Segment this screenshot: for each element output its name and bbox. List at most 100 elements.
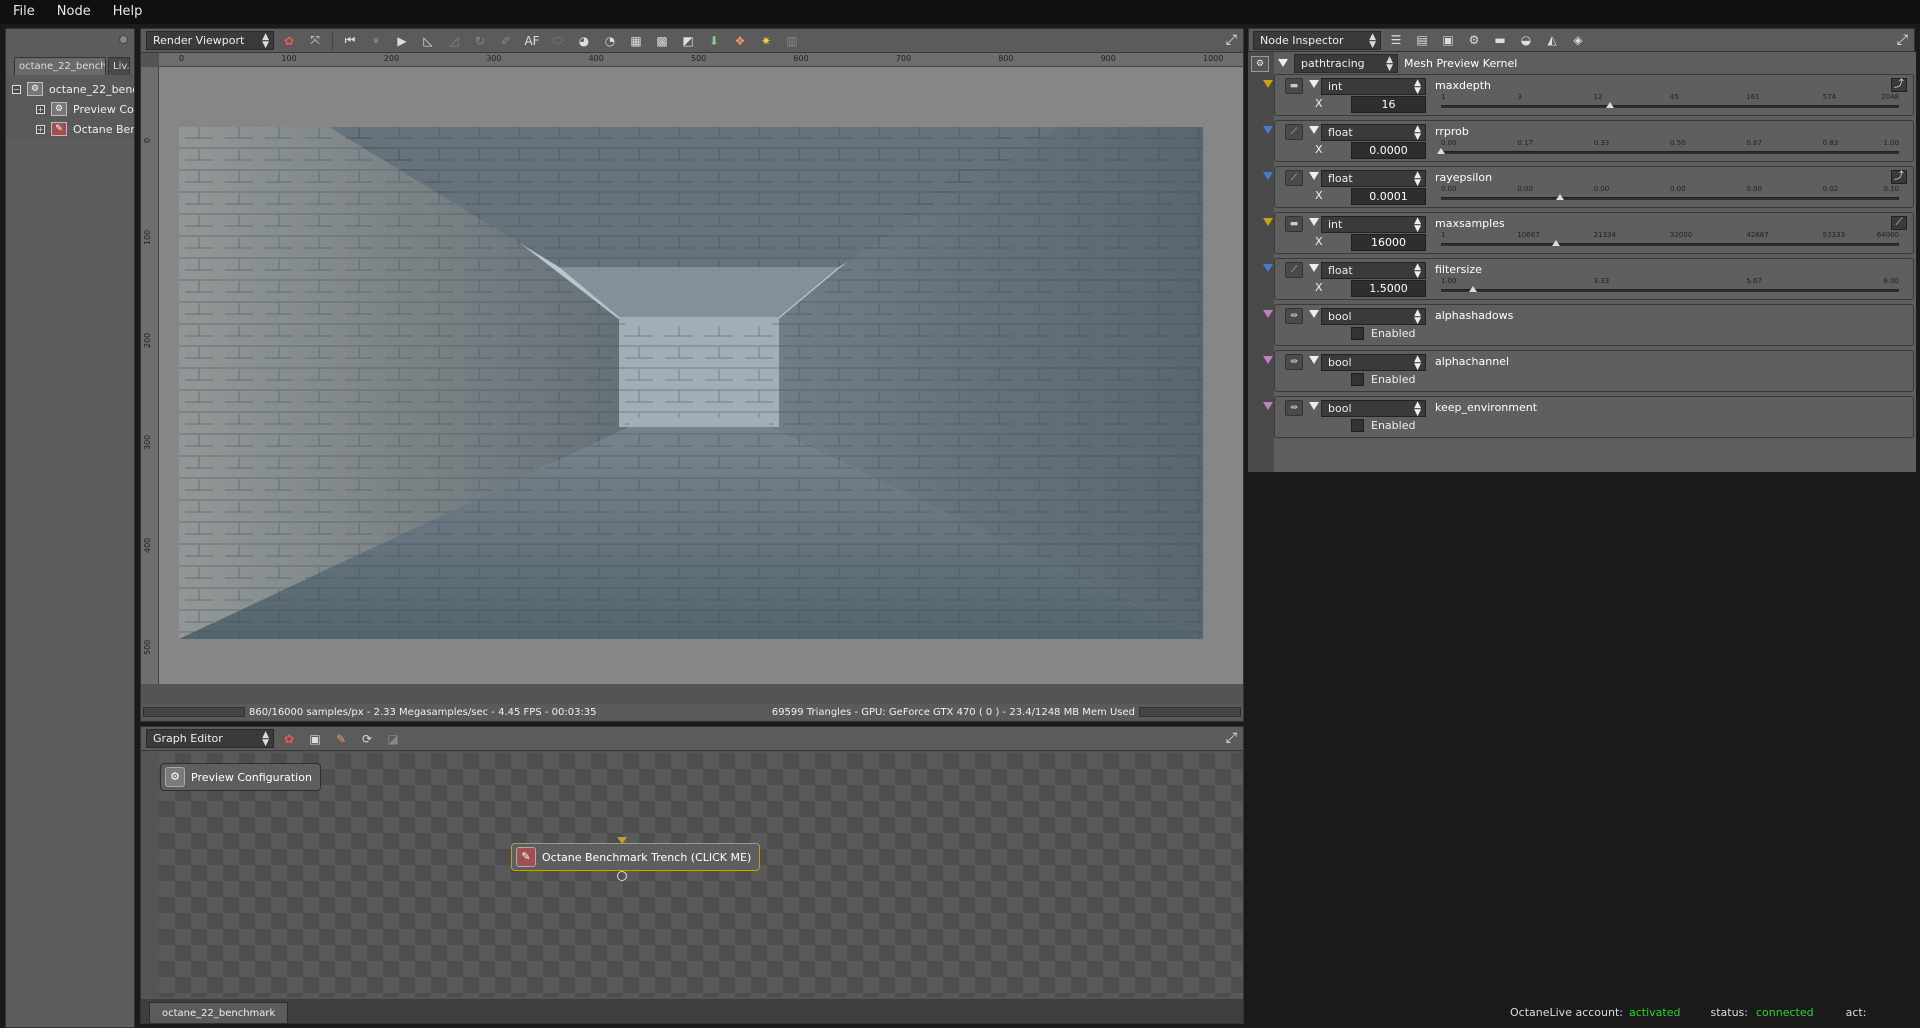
param-type-icon[interactable]: ⟋ (1285, 262, 1303, 278)
collapse-triangle-icon[interactable] (1309, 356, 1319, 364)
node-benchmark-trench[interactable]: ✎ Octane Benchmark Trench (CLICK ME) (511, 843, 761, 871)
param-value-field[interactable]: 16000 (1351, 234, 1426, 251)
tab-graph-root[interactable]: octane_22_benchmark (149, 1002, 289, 1023)
graph-reset-icon[interactable]: ✿ (278, 729, 300, 749)
param-slider[interactable]: 0.00 0.00 0.00 0.00 0.00 0.02 0.10 (1441, 185, 1899, 207)
tree-item-project[interactable]: − ⚙ octane_22_benchmark (6, 79, 134, 99)
slider-handle[interactable] (1556, 194, 1565, 200)
param-type-select[interactable]: bool ▲ ▼ (1321, 354, 1426, 372)
material-picker-icon[interactable]: ⬭ (547, 31, 569, 51)
maximize-icon[interactable]: ⤢ (1226, 730, 1237, 746)
curve-mode-icon[interactable]: ⤴ (1891, 78, 1907, 92)
param-slider[interactable]: 1 3 12 45 161 574 2048 (1441, 93, 1899, 115)
inspector-tool-3-icon[interactable]: ▣ (1437, 30, 1459, 50)
save-render-icon[interactable]: ⬇ (703, 31, 725, 51)
inspector-tool-2-icon[interactable]: ▤ (1411, 30, 1433, 50)
alpha-icon[interactable]: ◩ (677, 31, 699, 51)
restart-render-icon[interactable]: ⏮ (339, 31, 361, 51)
node-input-pin[interactable] (617, 837, 627, 844)
param-type-icon[interactable]: ⟋ (1285, 170, 1303, 186)
render-image[interactable] (179, 127, 1203, 639)
world-icon[interactable]: ◕ (573, 31, 595, 51)
inspector-tool-1-icon[interactable]: ☰ (1385, 30, 1407, 50)
pin-icon[interactable] (119, 35, 128, 44)
collapse-triangle-icon[interactable] (1309, 172, 1319, 180)
tab-project[interactable]: octane_22_benchmark (14, 57, 106, 75)
region-icon[interactable]: ▦ (625, 31, 647, 51)
param-slider[interactable]: 0.00 0.17 0.33 0.50 0.67 0.83 1.00 (1437, 139, 1899, 161)
menu-help[interactable]: Help (102, 0, 154, 24)
param-type-icon[interactable]: ⟋ (1285, 124, 1303, 140)
panel-type-select[interactable]: Render Viewport ▲ ▼ (146, 31, 274, 50)
maximize-icon[interactable]: ⤢ (1897, 32, 1908, 48)
lock-icon[interactable]: ▥ (781, 31, 803, 51)
param-value-field[interactable]: 0.0001 (1351, 188, 1426, 205)
node-graph-canvas[interactable]: ⚙ Preview Configuration ✎ Octane Benchma… (159, 753, 1243, 997)
collapse-icon[interactable]: − (12, 84, 21, 94)
curve-mode-icon[interactable]: ⤴ (1891, 170, 1907, 184)
enabled-checkbox[interactable] (1351, 327, 1364, 340)
param-type-select[interactable]: int ▲ ▼ (1321, 216, 1426, 234)
slider-handle[interactable] (1606, 102, 1615, 108)
inspector-tool-8-icon[interactable]: ◈ (1567, 30, 1589, 50)
inspector-tool-6-icon[interactable]: ◒ (1515, 30, 1537, 50)
auto-focus-icon[interactable]: ◿ (443, 31, 465, 51)
wb-picker-icon[interactable]: ✐ (495, 31, 517, 51)
slider-handle[interactable] (1551, 240, 1560, 246)
inspector-tool-4-icon[interactable]: ⚙ (1463, 30, 1485, 50)
tab-live[interactable]: Liv... (108, 57, 130, 75)
focus-picker-icon[interactable]: ◺ (417, 31, 439, 51)
graph-disabled-icon[interactable]: ◪ (382, 729, 404, 749)
param-type-select[interactable]: bool ▲ ▼ (1321, 400, 1426, 418)
collapse-triangle-icon[interactable] (1309, 126, 1319, 134)
slider-handle[interactable] (1437, 148, 1445, 154)
expand-icon[interactable]: + (36, 104, 45, 114)
curve-mode-icon[interactable]: ⟋ (1891, 216, 1907, 230)
graph-material-icon[interactable]: ✎ (330, 729, 352, 749)
inspector-tool-7-icon[interactable]: ◭ (1541, 30, 1563, 50)
panel-type-select[interactable]: Node Inspector ▲ ▼ (1253, 30, 1381, 50)
af-toggle[interactable]: AF (521, 31, 543, 51)
checker-icon[interactable]: ▩ (651, 31, 673, 51)
pause-render-icon[interactable]: ⏸ (365, 31, 387, 51)
collapse-triangle-icon[interactable] (1309, 402, 1319, 410)
param-type-icon[interactable]: ▬ (1285, 216, 1303, 232)
slider-handle[interactable] (1469, 286, 1478, 292)
graph-refresh-icon[interactable]: ⟳ (356, 729, 378, 749)
expand-icon[interactable]: + (36, 124, 45, 134)
tree-item-preview-configuration[interactable]: + ⚙ Preview Configuration (6, 99, 134, 119)
param-value-field[interactable]: 0.0000 (1351, 142, 1426, 159)
recenter-icon[interactable]: ⤧ (304, 31, 326, 51)
param-type-select[interactable]: bool ▲ ▼ (1321, 308, 1426, 326)
node-output-pin[interactable] (617, 871, 627, 881)
param-type-icon[interactable]: ▬ (1285, 78, 1303, 94)
param-type-icon[interactable]: ⇹ (1285, 400, 1303, 416)
rotate-icon[interactable]: ↻ (469, 31, 491, 51)
param-value-field[interactable]: 16 (1351, 96, 1426, 113)
param-type-select[interactable]: float ▲ ▼ (1321, 124, 1426, 142)
inspector-tool-5-icon[interactable]: ▬ (1489, 30, 1511, 50)
param-type-select[interactable]: int ▲ ▼ (1321, 78, 1426, 96)
param-slider[interactable]: 1 10667 21334 32000 42667 53333 64000 (1441, 231, 1899, 253)
enabled-checkbox[interactable] (1351, 419, 1364, 432)
param-type-icon[interactable]: ⇹ (1285, 308, 1303, 324)
add-node-icon[interactable]: ▣ (304, 729, 326, 749)
panel-type-select[interactable]: Graph Editor ▲ ▼ (146, 729, 274, 748)
render-canvas[interactable] (159, 67, 1243, 684)
param-type-icon[interactable]: ⇹ (1285, 354, 1303, 370)
node-preview-configuration[interactable]: ⚙ Preview Configuration (160, 763, 321, 791)
collapse-triangle-icon[interactable] (1309, 218, 1319, 226)
kernel-type-select[interactable]: pathtracing ▲ ▼ (1294, 53, 1398, 73)
enabled-checkbox[interactable] (1351, 373, 1364, 386)
collapse-triangle-icon[interactable] (1309, 310, 1319, 318)
maximize-icon[interactable]: ⤢ (1226, 32, 1237, 48)
param-type-select[interactable]: float ▲ ▼ (1321, 262, 1426, 280)
object-picker-icon[interactable]: ◔ (599, 31, 621, 51)
param-slider[interactable]: 1.00 3.33 5.67 8.00 (1441, 277, 1899, 299)
menu-file[interactable]: File (0, 0, 46, 24)
start-render-icon[interactable]: ▶ (391, 31, 413, 51)
collapse-triangle-icon[interactable] (1278, 59, 1288, 67)
clay-mode-icon[interactable]: ❖ (729, 31, 751, 51)
param-type-select[interactable]: float ▲ ▼ (1321, 170, 1426, 188)
camera-reset-icon[interactable]: ✿ (278, 31, 300, 51)
